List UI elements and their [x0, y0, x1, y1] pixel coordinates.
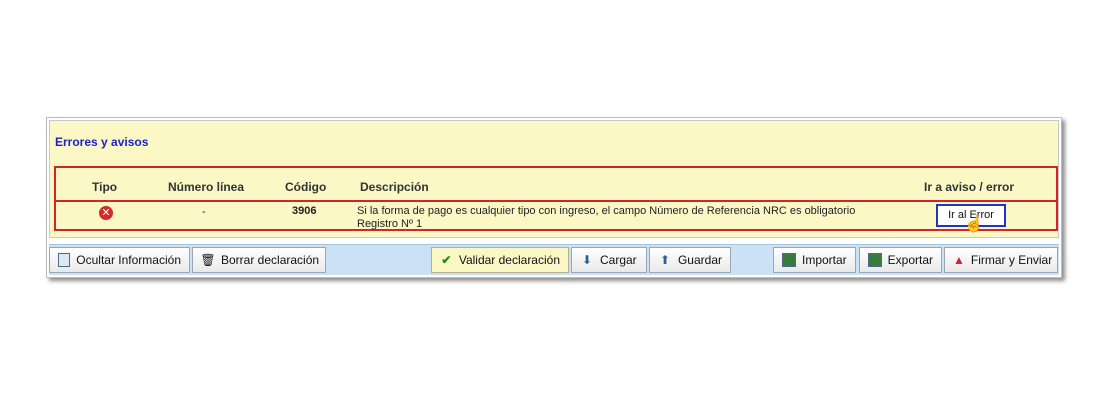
- sign-and-send-label: Firmar y Enviar: [970, 253, 1053, 267]
- delete-declaration-label: Borrar declaración: [221, 253, 320, 267]
- aeat-logo-icon: ▲: [953, 253, 965, 267]
- load-button[interactable]: ⬇ Cargar: [571, 247, 647, 273]
- import-icon: [782, 253, 796, 267]
- header-codigo: Código: [285, 180, 327, 194]
- header-numero-linea: Número línea: [168, 180, 245, 194]
- cell-numero-linea: -: [202, 206, 206, 218]
- errors-section: Errores y avisos Tipo Número línea Códig…: [49, 120, 1059, 238]
- error-circle-icon: ✕: [99, 206, 113, 220]
- cell-descripcion-line1: Si la forma de pago es cualquier tipo co…: [357, 205, 856, 217]
- window-icon: [58, 253, 71, 267]
- header-descripcion: Descripción: [360, 180, 429, 194]
- validation-panel: Errores y avisos Tipo Número línea Códig…: [46, 117, 1062, 278]
- save-file-icon: ⬆: [659, 253, 671, 267]
- sign-and-send-button[interactable]: ▲ Firmar y Enviar: [944, 247, 1058, 273]
- validate-declaration-label: Validar declaración: [458, 253, 560, 267]
- save-label: Guardar: [677, 253, 722, 267]
- errors-table: Tipo Número línea Código Descripción Ir …: [54, 166, 1058, 233]
- import-button[interactable]: Importar: [773, 247, 856, 273]
- export-label: Exportar: [887, 253, 933, 267]
- hide-info-button[interactable]: Ocultar Información: [49, 247, 190, 273]
- go-to-error-button[interactable]: Ir al Error: [936, 204, 1006, 227]
- cell-descripcion-line2: Registro Nº 1: [357, 218, 423, 230]
- save-button[interactable]: ⬆ Guardar: [649, 247, 731, 273]
- hide-info-label: Ocultar Información: [76, 253, 181, 267]
- validate-declaration-button[interactable]: ✔ Validar declaración: [431, 247, 569, 273]
- header-tipo: Tipo: [92, 180, 118, 194]
- import-label: Importar: [802, 253, 847, 267]
- header-divider: [56, 200, 1056, 202]
- checkmark-icon: ✔: [441, 253, 452, 267]
- trash-icon: 🗑: [200, 253, 216, 267]
- export-button[interactable]: Exportar: [859, 247, 942, 273]
- load-label: Cargar: [600, 253, 637, 267]
- bottom-toolbar: Ocultar Información 🗑 Borrar declaración…: [49, 244, 1059, 275]
- cell-codigo: 3906: [292, 205, 317, 217]
- load-file-icon: ⬇: [581, 253, 593, 267]
- export-icon: [868, 253, 882, 267]
- delete-declaration-button[interactable]: 🗑 Borrar declaración: [192, 247, 326, 273]
- header-ir-a: Ir a aviso / error: [924, 180, 1015, 194]
- errors-title: Errores y avisos: [55, 135, 149, 149]
